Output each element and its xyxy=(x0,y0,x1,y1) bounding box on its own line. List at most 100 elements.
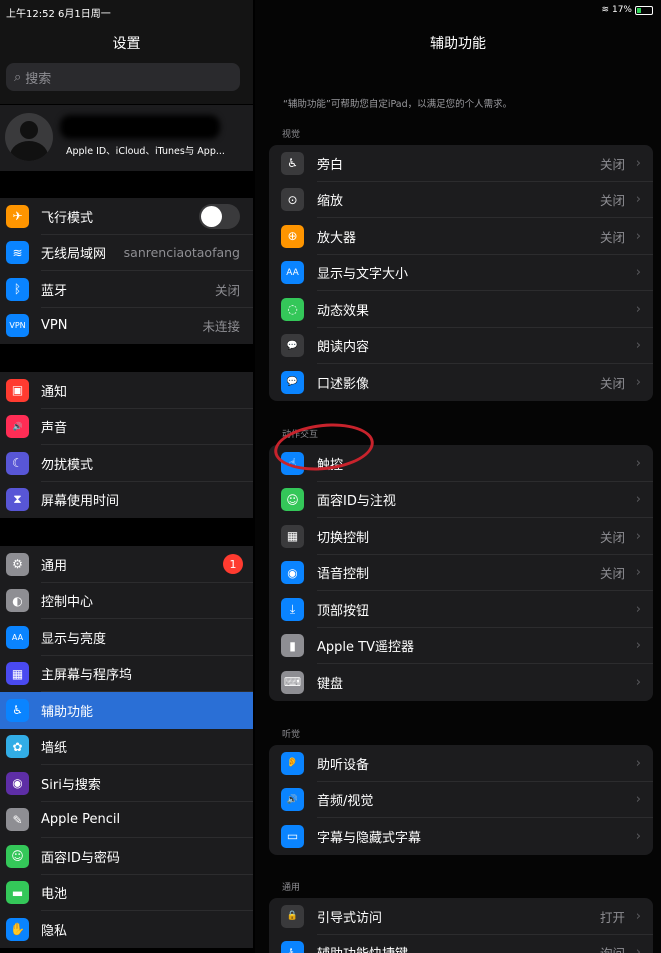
accessibility-item-accessibility-shortcut[interactable]: ♿ 辅助功能快捷键 询问 › xyxy=(269,935,653,953)
wifi-icon: ≋ xyxy=(6,241,29,265)
accessibility-item-subtitles[interactable]: ▭ 字幕与隐藏式字幕 › xyxy=(269,818,653,855)
accessibility-item-speech[interactable]: 💬 朗读内容 › xyxy=(269,328,653,364)
sidebar-item-notifications[interactable]: ▣ 通知 xyxy=(0,372,253,409)
accessibility-item-keyboard[interactable]: ⌨ 键盘 › xyxy=(269,664,653,701)
sidebar-item-wifi[interactable]: ≋ 无线局域网 sanrenciaotaofang xyxy=(0,235,253,271)
accessibility-item-motion[interactable]: ◌ 动态效果 › xyxy=(269,291,653,328)
accessibility-item-zoom[interactable]: ⊙ 缩放 关闭 › xyxy=(269,182,653,218)
accessibility-item-audio-description[interactable]: 💬 口述影像 关闭 › xyxy=(269,364,653,401)
bluetooth-icon: ᛒ xyxy=(6,277,29,301)
chevron-right-icon: › xyxy=(635,155,641,171)
search-icon: ⌕ xyxy=(14,69,22,85)
chevron-right-icon: › xyxy=(635,601,641,617)
battery-icon: ▬ xyxy=(6,881,29,905)
chevron-right-icon: › xyxy=(635,374,641,390)
sidebar-item-moon[interactable]: ☾ 勿扰模式 xyxy=(0,445,253,482)
sidebar-item-siri[interactable]: ◉ Siri与搜索 xyxy=(0,765,253,802)
item-value: 关闭 xyxy=(599,229,625,245)
sidebar-item-label: 蓝牙 xyxy=(41,283,68,299)
notification-badge: 1 xyxy=(223,554,243,575)
chevron-right-icon: › xyxy=(635,792,641,808)
profile-subtitle: Apple ID、iCloud、iTunes与 App... xyxy=(66,146,225,157)
hand-icon: ✋ xyxy=(6,917,29,941)
accessibility-item-hearing[interactable]: 👂 助听设备 › xyxy=(269,745,653,782)
sidebar-item-label: 墙纸 xyxy=(41,741,68,757)
item-value: 关闭 xyxy=(599,193,625,209)
search-placeholder: 搜索 xyxy=(25,71,52,87)
item-label: 辅助功能快捷键 xyxy=(317,943,408,953)
sidebar-title: 设置 xyxy=(112,36,141,52)
accessibility-panel: ≋ 17% 辅助功能 “辅助功能”可帮助您自定iPad，以满足您的个人需求。 视… xyxy=(255,0,661,953)
siri-icon: ◉ xyxy=(6,771,29,795)
accessibility-shortcut-icon: ♿ xyxy=(281,941,304,953)
wifi-status-icon: ≋ xyxy=(601,5,609,15)
sidebar-item-value: 未连接 xyxy=(202,319,240,335)
sidebar-item-bluetooth[interactable]: ᛒ 蓝牙 关闭 xyxy=(0,271,253,308)
sidebar-item-battery[interactable]: ▬ 电池 xyxy=(0,875,253,911)
battery-icon xyxy=(635,5,653,15)
sidebar-item-airplane[interactable]: ✈ 飞行模式 xyxy=(0,198,253,235)
sound-icon: 🔊 xyxy=(6,415,29,439)
sidebar-item-label: 电池 xyxy=(41,887,68,903)
sidebar-item-pencil[interactable]: ✎ Apple Pencil xyxy=(0,802,253,838)
apple-id-profile[interactable]: Apple ID、iCloud、iTunes与 App... xyxy=(0,105,253,171)
item-label: 面容ID与注视 xyxy=(317,494,396,510)
item-label: 引导式访问 xyxy=(317,910,383,926)
sidebar-item-accessibility[interactable]: ♿ 辅助功能 xyxy=(0,692,253,729)
sidebar-item-face-id[interactable]: ☺ 面容ID与密码 xyxy=(0,838,253,875)
item-value: 询问 xyxy=(600,943,625,953)
sidebar-item-label: 无线局域网 xyxy=(41,247,107,263)
item-label: 助听设备 xyxy=(317,757,370,773)
notifications-icon: ▣ xyxy=(6,378,29,402)
control-center-icon: ◐ xyxy=(6,589,29,613)
accessibility-item-face-id[interactable]: ☺ 面容ID与注视 › xyxy=(269,482,653,518)
switch-control-icon: ▦ xyxy=(281,524,304,548)
sidebar-item-sound[interactable]: 🔊 声音 xyxy=(0,409,253,445)
sidebar-item-hand[interactable]: ✋ 隐私 xyxy=(0,911,253,948)
page-description: “辅助功能”可帮助您自定iPad，以满足您的个人需求。 xyxy=(283,99,513,110)
accessibility-item-magnifier[interactable]: ⊕ 放大器 关闭 › xyxy=(269,218,653,255)
accessibility-item-voiceover[interactable]: ♿ 旁白 关闭 › xyxy=(269,145,653,182)
sidebar-item-vpn[interactable]: VPN VPN 未连接 xyxy=(0,308,253,345)
accessibility-item-top-button[interactable]: ⤓ 顶部按钮 › xyxy=(269,591,653,628)
accessibility-item-lock[interactable]: 🔒 引导式访问 打开 › xyxy=(269,898,653,935)
item-label: 字幕与隐藏式字幕 xyxy=(317,830,422,846)
airplane-icon: ✈ xyxy=(6,204,29,228)
sidebar-item-display[interactable]: AA 显示与亮度 xyxy=(0,619,253,656)
lock-icon: 🔒 xyxy=(281,904,304,928)
sidebar-item-wallpaper[interactable]: ✿ 墙纸 xyxy=(0,729,253,765)
sidebar-item-label: 隐私 xyxy=(41,923,68,939)
moon-icon: ☾ xyxy=(6,451,29,475)
motion-icon: ◌ xyxy=(281,297,304,321)
item-label: 语音控制 xyxy=(317,567,370,583)
item-label: 放大器 xyxy=(317,230,357,246)
sidebar-item-home-screen[interactable]: ▦ 主屏幕与程序坞 xyxy=(0,656,253,692)
item-label: Apple TV遥控器 xyxy=(317,640,414,656)
item-label: 音频/视觉 xyxy=(317,794,374,810)
home-screen-icon: ▦ xyxy=(6,662,29,686)
accessibility-item-text-size[interactable]: AA 显示与文字大小 › xyxy=(269,255,653,291)
sidebar-item-label: 控制中心 xyxy=(41,595,94,611)
accessibility-item-remote[interactable]: ▮ Apple TV遥控器 › xyxy=(269,628,653,664)
airplane-mode-toggle[interactable] xyxy=(199,203,240,229)
search-field[interactable]: ⌕ 搜索 xyxy=(6,63,240,91)
sidebar-item-control-center[interactable]: ◐ 控制中心 xyxy=(0,583,253,619)
sidebar-item-gear[interactable]: ⚙ 通用 1 xyxy=(0,546,253,583)
chevron-right-icon: › xyxy=(635,828,641,844)
accessibility-item-voice-control[interactable]: ◉ 语音控制 关闭 › xyxy=(269,555,653,591)
gear-icon: ⚙ xyxy=(6,552,29,576)
sidebar-item-value: sanrenciaotaofang xyxy=(123,245,240,261)
hourglass-icon: ⧗ xyxy=(6,488,29,512)
sidebar-item-hourglass[interactable]: ⧗ 屏幕使用时间 xyxy=(0,482,253,519)
settings-sidebar: 上午12:52 6月1日周一 设置 ⌕ 搜索 Apple ID、iCloud、i… xyxy=(0,0,253,953)
chevron-right-icon: › xyxy=(635,192,641,208)
vpn-icon: VPN xyxy=(6,314,29,338)
accessibility-item-audio-visual[interactable]: 🔊 音频/视觉 › xyxy=(269,782,653,818)
sidebar-item-label: 通用 xyxy=(41,558,68,574)
sidebar-item-label: 声音 xyxy=(41,421,68,437)
accessibility-item-switch-control[interactable]: ▦ 切换控制 关闭 › xyxy=(269,518,653,555)
item-label: 朗读内容 xyxy=(317,340,370,356)
chevron-right-icon: › xyxy=(635,908,641,924)
chevron-right-icon: › xyxy=(635,228,641,244)
hearing-icon: 👂 xyxy=(281,751,304,775)
